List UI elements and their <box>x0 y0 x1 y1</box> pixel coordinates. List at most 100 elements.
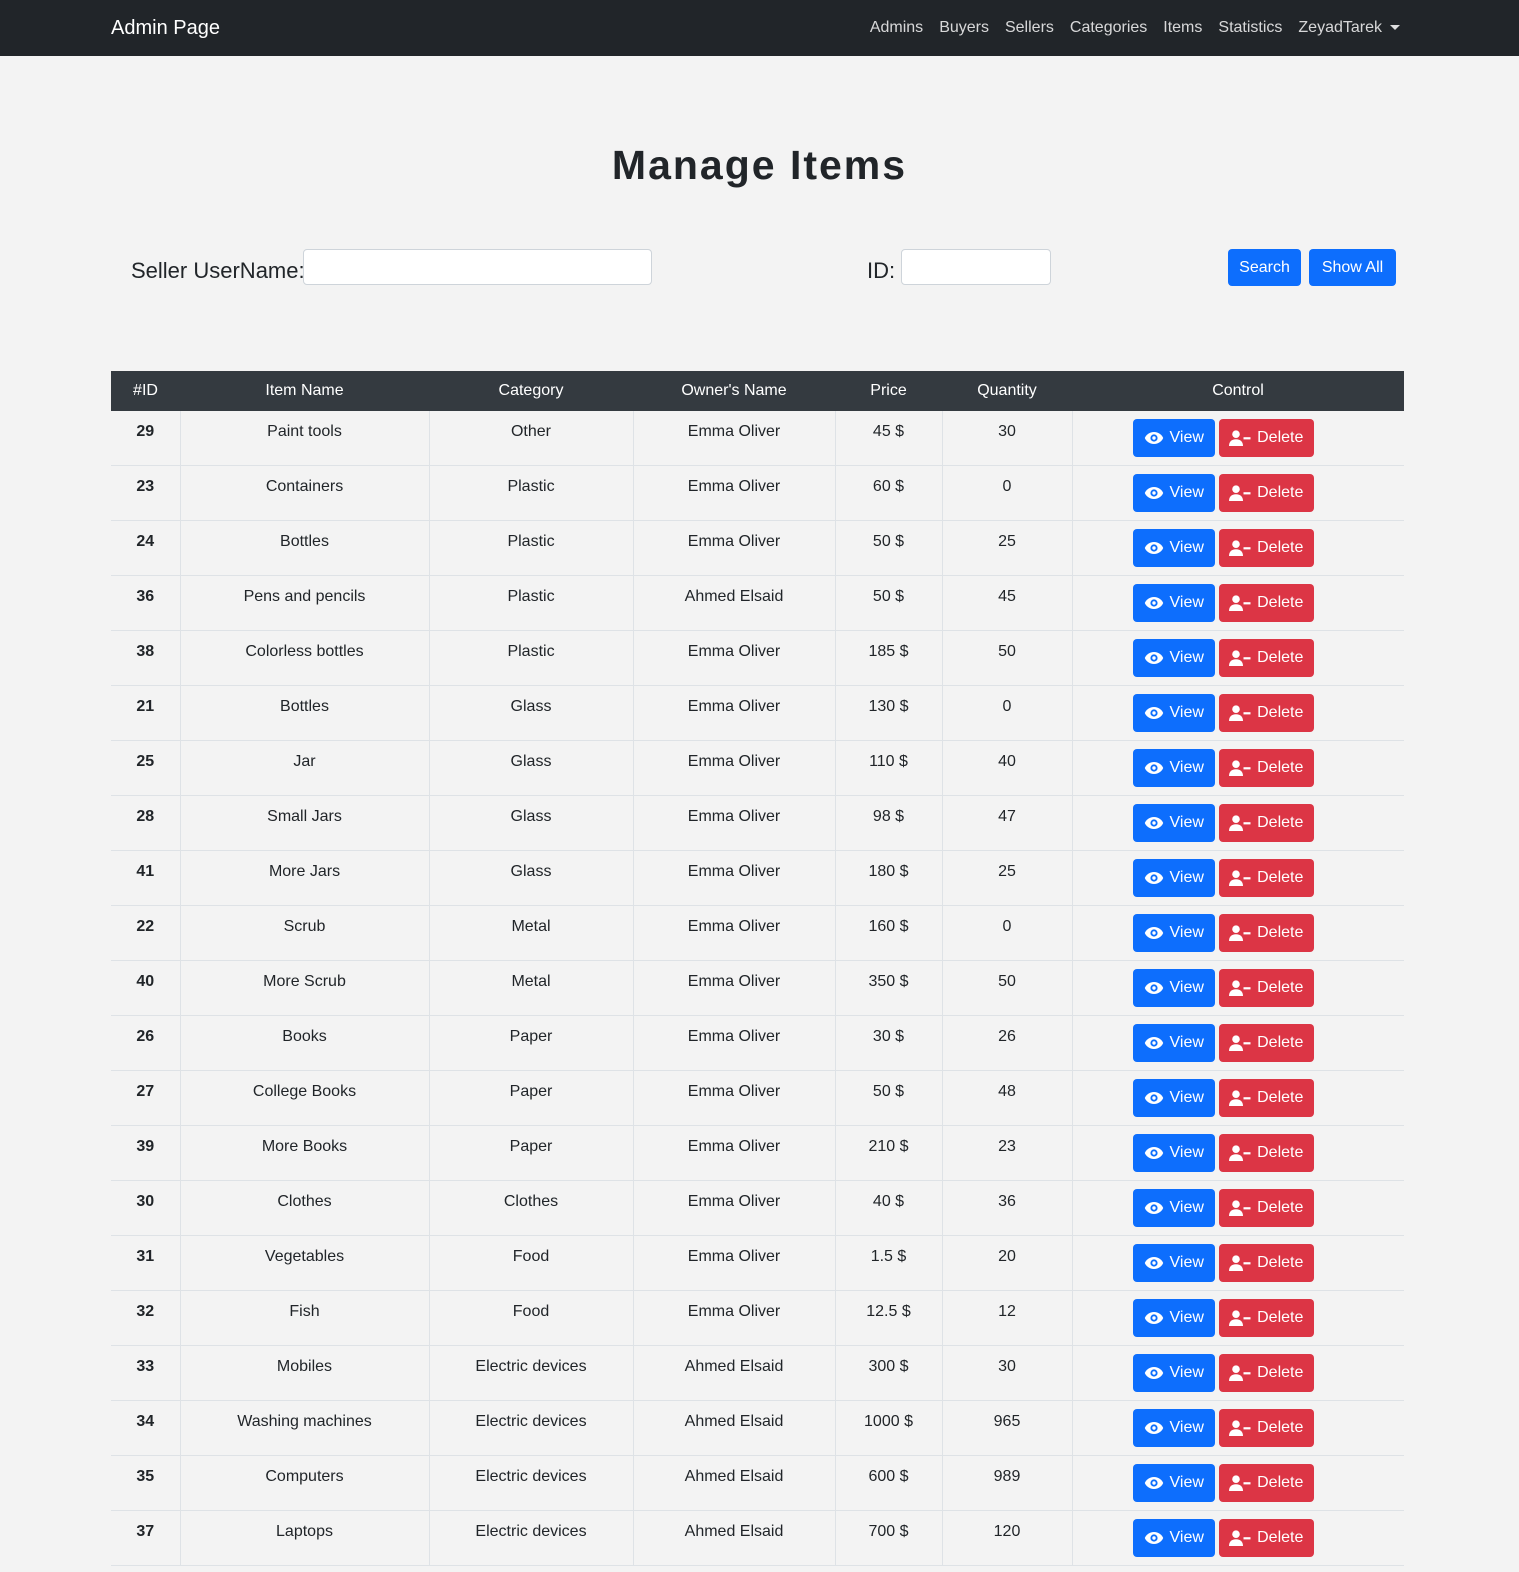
user-minus-icon <box>1229 870 1251 886</box>
delete-button[interactable]: Delete <box>1218 969 1314 1007</box>
nav-link-items[interactable]: Items <box>1155 19 1210 37</box>
delete-button[interactable]: Delete <box>1218 1354 1314 1392</box>
delete-button[interactable]: Delete <box>1218 639 1314 677</box>
cell-id: 21 <box>111 685 180 741</box>
delete-button-label: Delete <box>1257 924 1304 941</box>
delete-button[interactable]: Delete <box>1218 1299 1314 1337</box>
user-minus-icon <box>1229 1420 1251 1436</box>
user-minus-icon <box>1229 760 1251 776</box>
cell-item-name-text: More Books <box>261 1138 348 1155</box>
delete-button[interactable]: Delete <box>1218 474 1314 512</box>
delete-button[interactable]: Delete <box>1218 1079 1314 1117</box>
cell-price-text: 130 $ <box>868 698 909 715</box>
view-button[interactable]: View <box>1132 1244 1215 1282</box>
view-button[interactable]: View <box>1132 1134 1215 1172</box>
view-button-label: View <box>1169 924 1204 941</box>
delete-button[interactable]: Delete <box>1218 1189 1314 1227</box>
view-button[interactable]: View <box>1132 1079 1215 1117</box>
cell-category-text: Paper <box>509 1138 553 1155</box>
cell-category-text: Electric devices <box>475 1523 587 1540</box>
user-name: ZeyadTarek <box>1298 19 1382 36</box>
delete-button[interactable]: Delete <box>1218 1244 1314 1282</box>
cell-control: View Delete <box>1072 465 1404 521</box>
view-button[interactable]: View <box>1132 969 1215 1007</box>
view-button[interactable]: View <box>1132 474 1215 512</box>
delete-button[interactable]: Delete <box>1218 1409 1314 1447</box>
view-button[interactable]: View <box>1132 1024 1215 1062</box>
search-button[interactable]: Search <box>1228 249 1301 286</box>
delete-button[interactable]: Delete <box>1218 1024 1314 1062</box>
nav-link-buyers[interactable]: Buyers <box>931 19 997 37</box>
nav-link-sellers[interactable]: Sellers <box>997 19 1062 37</box>
view-button[interactable]: View <box>1132 914 1215 952</box>
user-minus-icon <box>1229 595 1251 611</box>
navbar-brand[interactable]: Admin Page <box>111 17 220 40</box>
cell-owner-name: Ahmed Elsaid <box>632 1510 836 1566</box>
cell-id: 32 <box>111 1290 180 1346</box>
eye-icon <box>1144 1311 1164 1325</box>
delete-button[interactable]: Delete <box>1218 749 1314 787</box>
delete-button[interactable]: Delete <box>1218 419 1314 457</box>
delete-button[interactable]: Delete <box>1218 1464 1314 1502</box>
cell-item-name: Fish <box>179 1290 429 1346</box>
cell-category: Paper <box>428 1070 633 1126</box>
cell-item-name-text: Bottles <box>280 698 329 715</box>
delete-button[interactable]: Delete <box>1218 584 1314 622</box>
cell-item-name-text: Mobiles <box>276 1358 333 1375</box>
row-actions: View Delete <box>1043 851 1405 897</box>
cell-id-text: 34 <box>136 1413 155 1430</box>
view-button[interactable]: View <box>1132 1299 1215 1337</box>
user-minus-icon <box>1229 815 1251 831</box>
row-actions: View Delete <box>1043 576 1405 622</box>
delete-button[interactable]: Delete <box>1218 1519 1314 1557</box>
row-actions: View Delete <box>1043 411 1405 457</box>
cell-item-name-text: Paint tools <box>267 423 342 440</box>
delete-button[interactable]: Delete <box>1218 859 1314 897</box>
cell-price-text: 45 $ <box>872 423 905 440</box>
nav-link-statistics[interactable]: Statistics <box>1210 19 1290 37</box>
view-button[interactable]: View <box>1132 529 1215 567</box>
delete-button[interactable]: Delete <box>1218 914 1314 952</box>
view-button-label: View <box>1169 814 1204 831</box>
user-dropdown[interactable]: ZeyadTarek <box>1290 19 1408 37</box>
delete-button-label: Delete <box>1257 1199 1304 1216</box>
delete-button[interactable]: Delete <box>1218 694 1314 732</box>
nav-link-admins[interactable]: Admins <box>862 19 931 37</box>
delete-button[interactable]: Delete <box>1218 804 1314 842</box>
view-button[interactable]: View <box>1132 1519 1215 1557</box>
delete-button-label: Delete <box>1257 1529 1304 1546</box>
seller-username-input[interactable] <box>303 249 652 285</box>
user-minus-icon <box>1229 1145 1251 1161</box>
delete-button-label: Delete <box>1257 704 1304 721</box>
view-button[interactable]: View <box>1132 419 1215 457</box>
cell-price-text: 185 $ <box>868 643 909 660</box>
cell-item-name-text: Colorless bottles <box>245 643 364 660</box>
view-button[interactable]: View <box>1132 1409 1215 1447</box>
delete-button-label: Delete <box>1257 1034 1304 1051</box>
delete-button-label: Delete <box>1257 484 1304 501</box>
cell-id: 28 <box>111 795 180 851</box>
cell-category: Paper <box>428 1125 633 1181</box>
view-button[interactable]: View <box>1132 1354 1215 1392</box>
cell-id: 41 <box>111 850 180 906</box>
view-button[interactable]: View <box>1132 694 1215 732</box>
view-button[interactable]: View <box>1132 859 1215 897</box>
id-input[interactable] <box>901 249 1051 285</box>
cell-owner-name: Emma Oliver <box>632 1290 836 1346</box>
cell-item-name: Bottles <box>179 520 429 576</box>
eye-icon <box>1144 596 1164 610</box>
view-button[interactable]: View <box>1132 1189 1215 1227</box>
cell-id: 33 <box>111 1345 180 1401</box>
view-button[interactable]: View <box>1132 749 1215 787</box>
delete-button[interactable]: Delete <box>1218 529 1314 567</box>
view-button[interactable]: View <box>1132 639 1215 677</box>
view-button[interactable]: View <box>1132 584 1215 622</box>
show-all-button[interactable]: Show All <box>1309 249 1396 286</box>
cell-price: 300 $ <box>835 1345 943 1401</box>
view-button[interactable]: View <box>1132 804 1215 842</box>
cell-item-name-text: Jar <box>293 753 316 770</box>
nav-link-categories[interactable]: Categories <box>1062 19 1155 37</box>
delete-button-label: Delete <box>1257 649 1304 666</box>
view-button[interactable]: View <box>1132 1464 1215 1502</box>
delete-button[interactable]: Delete <box>1218 1134 1314 1172</box>
